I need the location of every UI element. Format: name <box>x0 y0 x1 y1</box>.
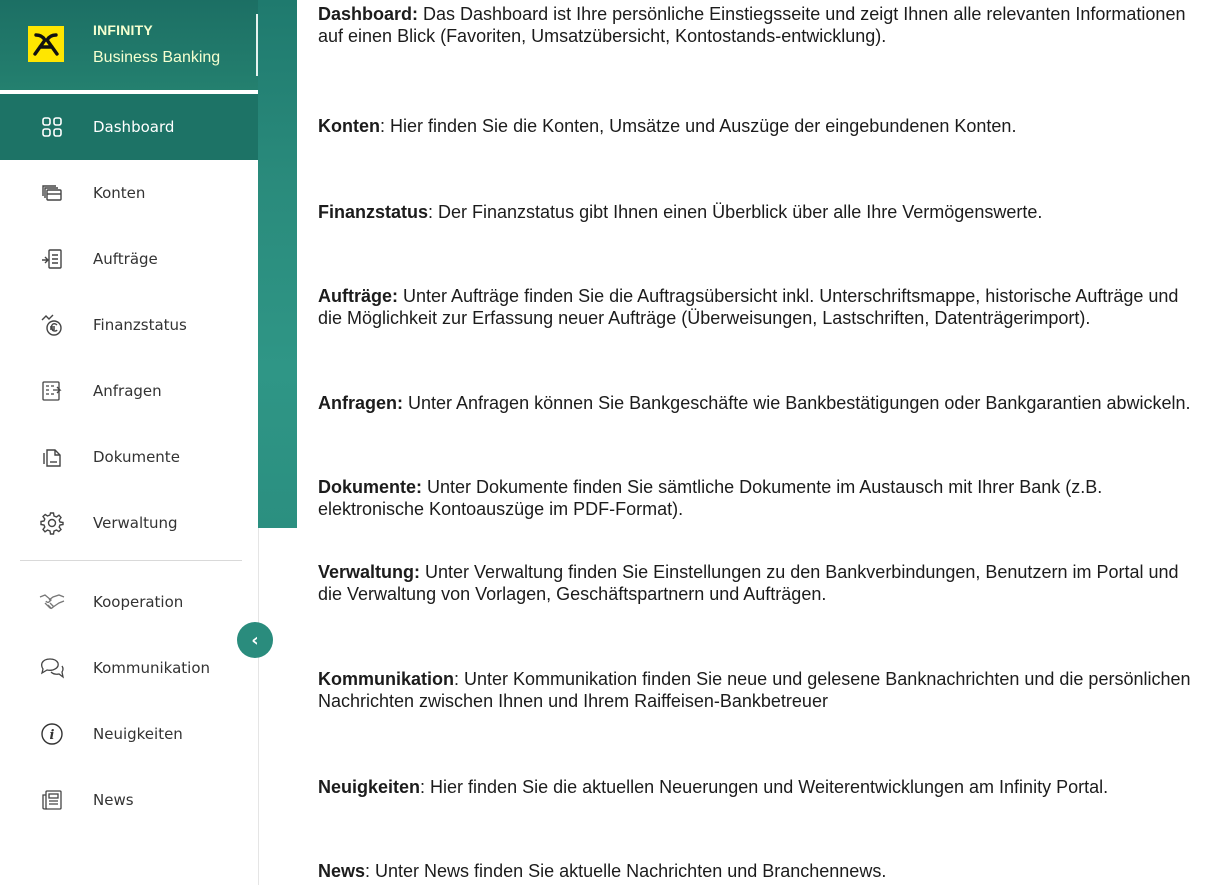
nav-label-neuigkeiten: Neuigkeiten <box>93 725 183 743</box>
nav-item-neuigkeiten[interactable]: i Neuigkeiten <box>0 701 258 767</box>
orders-transfer-icon <box>38 245 66 273</box>
gear-icon <box>38 509 66 537</box>
nav-item-finanzstatus[interactable]: Finanzstatus <box>0 292 258 358</box>
nav-item-dokumente[interactable]: Dokumente <box>0 424 258 490</box>
collapse-sidebar-button[interactable]: ‹ <box>237 622 273 658</box>
info-icon: i <box>38 720 66 748</box>
request-document-icon <box>38 377 66 405</box>
desc-verwaltung: Verwaltung: Unter Verwaltung finden Sie … <box>318 562 1179 604</box>
nav-label-finanzstatus: Finanzstatus <box>93 316 187 334</box>
svg-text:i: i <box>50 728 55 743</box>
desc-konten: Konten: Hier finden Sie die Konten, Umsä… <box>318 116 1017 136</box>
brand-name: INFINITY <box>93 22 153 38</box>
nav-item-auftraege[interactable]: Aufträge <box>0 226 258 292</box>
desc-finanzstatus: Finanzstatus: Der Finanzstatus gibt Ihne… <box>318 202 1043 222</box>
nav-label-auftraege: Aufträge <box>93 250 158 268</box>
chevron-left-icon: ‹ <box>251 629 259 651</box>
desc-dashboard: Dashboard: Das Dashboard ist Ihre persön… <box>318 4 1186 46</box>
nav-label-kooperation: Kooperation <box>93 593 184 611</box>
nav-label-verwaltung: Verwaltung <box>93 514 178 532</box>
nav-item-news[interactable]: News <box>0 767 258 833</box>
desc-kommunikation: Kommunikation: Unter Kommunikation finde… <box>318 669 1191 711</box>
dashboard-grid-icon <box>38 113 66 141</box>
sidebar: INFINITY Business Banking Dashboard Kont… <box>0 0 258 885</box>
brand-divider <box>256 14 258 76</box>
desc-dokumente: Dokumente: Unter Dokumente finden Sie sä… <box>318 477 1103 519</box>
desc-anfragen: Anfragen: Unter Anfragen können Sie Bank… <box>318 393 1191 413</box>
nav-label-konten: Konten <box>93 184 146 202</box>
nav-item-kommunikation[interactable]: Kommunikation <box>0 635 258 701</box>
nav-label-news: News <box>93 791 134 809</box>
raiffeisen-logo-icon[interactable] <box>28 26 64 62</box>
nav-item-konten[interactable]: Konten <box>0 160 258 226</box>
brand-subtitle: Business Banking <box>93 49 221 66</box>
handshake-icon <box>38 588 66 616</box>
desc-neuigkeiten: Neuigkeiten: Hier finden Sie die aktuell… <box>318 777 1109 797</box>
brand-header: INFINITY Business Banking <box>0 0 258 90</box>
nav-item-anfragen[interactable]: Anfragen <box>0 358 258 424</box>
nav-label-dashboard: Dashboard <box>93 118 175 136</box>
chat-bubbles-icon <box>38 654 66 682</box>
euro-trend-icon <box>38 311 66 339</box>
nav-label-kommunikation: Kommunikation <box>93 659 211 677</box>
nav-label-dokumente: Dokumente <box>93 448 180 466</box>
nav-item-kooperation[interactable]: Kooperation <box>0 569 258 635</box>
sidebar-border <box>258 528 259 885</box>
desc-auftraege: Aufträge: Unter Aufträge finden Sie die … <box>318 286 1179 328</box>
nav-label-anfragen: Anfragen <box>93 382 162 400</box>
documents-icon <box>38 443 66 471</box>
newspaper-icon <box>38 786 66 814</box>
accounts-cards-icon <box>38 179 66 207</box>
desc-news: News: Unter News finden Sie aktuelle Nac… <box>318 861 887 881</box>
nav-item-dashboard[interactable]: Dashboard <box>0 94 258 160</box>
nav-item-verwaltung[interactable]: Verwaltung <box>0 490 258 556</box>
nav-separator <box>20 560 242 561</box>
